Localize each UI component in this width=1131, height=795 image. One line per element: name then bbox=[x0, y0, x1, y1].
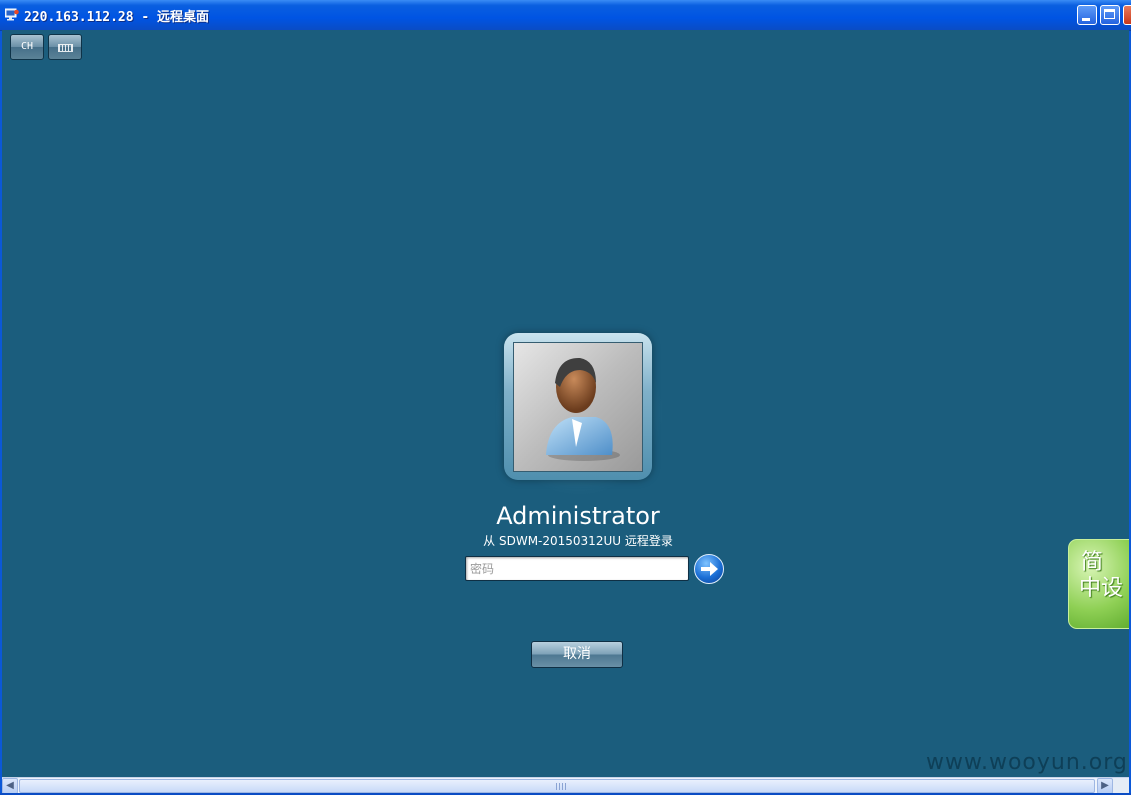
close-button[interactable] bbox=[1123, 5, 1131, 25]
user-avatar-icon bbox=[546, 357, 620, 461]
keyboard-icon bbox=[58, 44, 73, 52]
horizontal-scrollbar[interactable]: ◀ ▶ bbox=[2, 777, 1129, 794]
maximize-icon bbox=[1104, 9, 1115, 19]
scrollbar-corner bbox=[1113, 778, 1129, 794]
submit-login-button[interactable] bbox=[694, 554, 724, 584]
remote-desktop-area: CH Administrator 从 SDWM-20150312UU 远程登录 … bbox=[2, 30, 1129, 777]
password-input[interactable] bbox=[465, 556, 689, 581]
language-bar-widget[interactable]: 简 中设 bbox=[1068, 539, 1129, 629]
widget-label-bottom: 中设 bbox=[1079, 576, 1124, 601]
cancel-button[interactable]: 取消 bbox=[531, 641, 623, 668]
grip-icon bbox=[556, 783, 566, 790]
scrollbar-thumb[interactable] bbox=[19, 779, 1095, 793]
on-screen-keyboard-button[interactable] bbox=[48, 34, 82, 60]
minimize-button[interactable] bbox=[1077, 5, 1097, 25]
minimize-icon bbox=[1082, 18, 1090, 21]
scroll-right-button[interactable]: ▶ bbox=[1097, 778, 1113, 794]
login-source-text: 从 SDWM-20150312UU 远程登录 bbox=[483, 534, 673, 548]
arrow-right-icon bbox=[701, 562, 718, 576]
user-name: Administrator bbox=[496, 502, 660, 530]
scroll-left-button[interactable]: ◀ bbox=[2, 778, 18, 794]
watermark: www.wooyun.org bbox=[926, 750, 1128, 775]
window-titlebar[interactable]: 220.163.112.28 - 远程桌面 bbox=[0, 0, 1131, 31]
language-button[interactable]: CH bbox=[10, 34, 44, 60]
user-avatar bbox=[513, 342, 643, 472]
remote-desktop-icon bbox=[5, 8, 19, 21]
window-title: 220.163.112.28 - 远程桌面 bbox=[24, 10, 210, 25]
maximize-button[interactable] bbox=[1100, 5, 1120, 25]
